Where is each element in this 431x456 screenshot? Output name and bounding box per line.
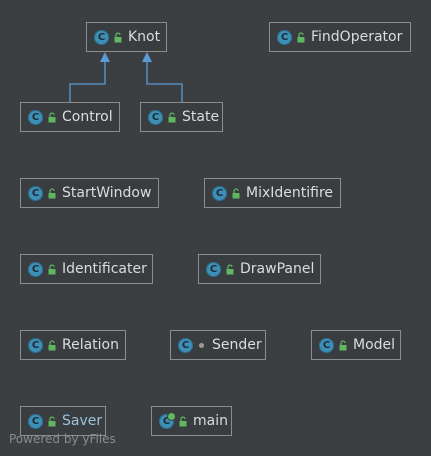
class-name: Relation [62, 337, 119, 353]
class-icon: C [212, 185, 227, 201]
open-lock-icon [47, 263, 56, 275]
class-name: Model [353, 337, 396, 353]
arrowhead-control-to-knot [100, 52, 110, 62]
class-icon: C [28, 413, 43, 429]
dot-icon [197, 339, 206, 351]
yfiles-watermark: Powered by yFiles [9, 432, 116, 446]
open-lock-icon [231, 187, 240, 199]
class-name: Sender [212, 337, 262, 353]
class-name: main [193, 413, 228, 429]
open-lock-icon [296, 31, 305, 43]
class-node-control[interactable]: C Control [20, 102, 120, 132]
class-name: DrawPanel [240, 261, 315, 277]
class-icon: C [94, 29, 109, 45]
open-lock-icon [47, 415, 56, 427]
open-lock-icon [113, 31, 122, 43]
class-node-mixidentifire[interactable]: C MixIdentifire [204, 178, 341, 208]
open-lock-icon [178, 415, 187, 427]
class-node-findoperator[interactable]: C FindOperator [269, 22, 411, 52]
class-icon: C [319, 337, 334, 353]
edge-control-to-knot [69, 62, 106, 102]
class-node-sender[interactable]: C Sender [170, 330, 266, 360]
class-icon: C [277, 29, 292, 45]
edge-state-to-knot [146, 62, 183, 102]
class-icon: C [178, 337, 193, 353]
class-name: StartWindow [62, 185, 152, 201]
class-name: State [182, 109, 220, 125]
open-lock-icon [225, 263, 234, 275]
class-node-drawpanel[interactable]: C DrawPanel [198, 254, 321, 284]
class-node-relation[interactable]: C Relation [20, 330, 126, 360]
class-node-main[interactable]: C main [151, 406, 232, 436]
class-icon: C [206, 261, 221, 277]
class-node-knot[interactable]: C Knot [86, 22, 167, 52]
class-icon: C [28, 337, 43, 353]
class-icon: C [28, 185, 43, 201]
class-icon: C [28, 109, 43, 125]
class-node-state[interactable]: C State [140, 102, 223, 132]
open-lock-icon [47, 111, 56, 123]
class-node-startwindow[interactable]: C StartWindow [20, 178, 159, 208]
arrowhead-state-to-knot [142, 52, 152, 62]
class-name: FindOperator [311, 29, 403, 45]
open-lock-icon [47, 187, 56, 199]
class-node-model[interactable]: C Model [311, 330, 401, 360]
class-name: Identificater [62, 261, 147, 277]
class-icon: C [28, 261, 43, 277]
uml-class-diagram: C Knot C FindOperator C Control C State … [0, 0, 431, 456]
open-lock-icon [338, 339, 347, 351]
runnable-class-icon: C [159, 411, 176, 429]
class-icon: C [148, 109, 163, 125]
class-name: Saver [62, 413, 103, 429]
class-name: MixIdentifire [246, 185, 334, 201]
inheritance-edges [69, 52, 183, 102]
class-node-identificater[interactable]: C Identificater [20, 254, 153, 284]
open-lock-icon [47, 339, 56, 351]
open-lock-icon [167, 111, 176, 123]
class-name: Knot [128, 29, 161, 45]
class-name: Control [62, 109, 113, 125]
